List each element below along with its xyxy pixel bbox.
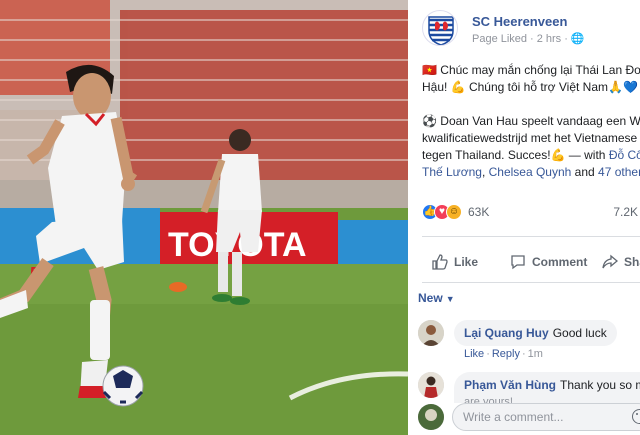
- comment-button[interactable]: Comment: [510, 254, 587, 270]
- post-text-line: ⚽ Doan Van Hau speelt vandaag een WK-: [422, 114, 640, 128]
- share-arrow-icon: [602, 254, 619, 269]
- like-button-label: Like: [454, 255, 479, 269]
- post-text: 🇻🇳 Chúc may mắn chống lại Thái Lan Đoàn …: [422, 62, 640, 181]
- comment-item: Phạm Văn HùngThank you so much. Yes, wea…: [418, 372, 640, 418]
- avatar: [418, 404, 444, 430]
- comment-composer: [418, 403, 640, 431]
- post-text-line-tags-2: Thế Lương, Chelsea Quynh and 47 others: [422, 164, 640, 181]
- tagged-user-link[interactable]: Thế Lương: [422, 165, 482, 179]
- comment-count[interactable]: 7.2K: [613, 205, 638, 219]
- training-cone: [169, 282, 187, 292]
- post-photo[interactable]: TOYOTA 5: [0, 0, 408, 435]
- avatar-image: [418, 372, 444, 398]
- avatar[interactable]: [418, 372, 444, 398]
- tagged-user-link[interactable]: Đỗ Công: [609, 148, 640, 162]
- comment-actions: Like · Reply · 1m: [464, 348, 543, 360]
- post-time[interactable]: 2 hrs: [537, 33, 561, 45]
- page-name[interactable]: SC Heerenveen: [472, 14, 567, 29]
- divider: [422, 236, 640, 237]
- globe-icon: 🌐: [570, 33, 585, 45]
- comment-reply-link[interactable]: Reply: [492, 348, 520, 360]
- post-text-line: kwalificatiewedstrijd met het Vietnamese…: [422, 131, 640, 145]
- heerenveen-logo-icon: [428, 16, 454, 45]
- comment-item: Lại Quang Huy Good luck Like · Reply · 1m: [418, 320, 640, 364]
- tagged-others-link[interactable]: 47 others: [598, 165, 640, 179]
- post-text-fragment: tegen Thailand. Succes!💪 — with: [422, 148, 609, 162]
- comment-time[interactable]: 1m: [528, 348, 543, 360]
- comment-button-label: Comment: [532, 255, 588, 269]
- comment-bubble: Lại Quang Huy Good luck: [454, 320, 617, 346]
- page-avatar[interactable]: [422, 10, 458, 46]
- share-button-label: Share: [624, 255, 640, 269]
- divider: [422, 282, 640, 283]
- post-text-line: 🇻🇳 Chúc may mắn chống lại Thái Lan Đoàn …: [422, 63, 640, 77]
- tag-separator: ,: [481, 165, 489, 179]
- avatar[interactable]: [418, 320, 444, 346]
- comment-author[interactable]: Lại Quang Huy: [464, 326, 549, 340]
- comment-sort-dropdown[interactable]: New ▼: [418, 291, 455, 305]
- comment-text: Good luck: [552, 326, 607, 340]
- reactions-summary[interactable]: 👍 ♥ ☺ 63K 7.2K: [422, 202, 640, 222]
- haha-reaction-icon: ☺: [446, 204, 462, 220]
- post-text-line: Hậu! 💪 Chúng tôi hỗ trợ Việt Nam🙏💙: [422, 80, 638, 94]
- football-photo: TOYOTA 5: [0, 0, 408, 435]
- avatar-image: [418, 320, 444, 346]
- tagged-user-link[interactable]: Chelsea Quynh: [489, 165, 572, 179]
- like-button[interactable]: Like: [432, 254, 478, 270]
- avatar-image: [418, 404, 444, 430]
- comment-sort-label: New: [418, 291, 443, 305]
- page-liked-label[interactable]: Page Liked: [472, 33, 527, 45]
- emoji-icon[interactable]: [632, 409, 640, 424]
- chevron-down-icon: ▼: [445, 294, 455, 304]
- share-button[interactable]: Share: [602, 254, 640, 270]
- football: [102, 365, 144, 407]
- post-text-line-tags-1: tegen Thailand. Succes!💪 — with Đỗ Công: [422, 147, 640, 164]
- post-header: SC Heerenveen Page Liked · 2 hrs · 🌐: [422, 10, 640, 50]
- post-panel: SC Heerenveen Page Liked · 2 hrs · 🌐 🇻🇳 Chúc…: [408, 0, 640, 435]
- thumbs-up-icon: [432, 254, 448, 270]
- reaction-count[interactable]: 63K: [468, 205, 489, 219]
- speech-bubble-icon: [511, 255, 525, 270]
- post-meta: Page Liked · 2 hrs · 🌐: [472, 33, 585, 45]
- tag-separator: and: [571, 165, 599, 179]
- comment-input[interactable]: [452, 403, 640, 431]
- comment-like-link[interactable]: Like: [464, 348, 484, 360]
- post-actions: Like Comment Share: [422, 246, 640, 280]
- comment-text: Thank you so much. Yes, we: [560, 378, 640, 392]
- comment-author[interactable]: Phạm Văn Hùng: [464, 378, 556, 392]
